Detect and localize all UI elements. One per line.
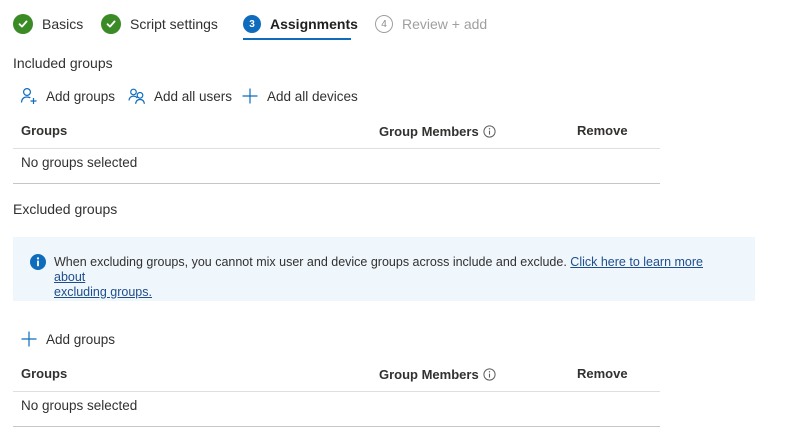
step-basics[interactable]: Basics [13, 12, 83, 36]
empty-table-message: No groups selected [21, 155, 138, 170]
info-message-bar: When excluding groups, you cannot mix us… [13, 237, 755, 301]
table-bottom-border [13, 426, 660, 427]
column-header-groups[interactable]: Groups [21, 366, 67, 381]
step-label: Review + add [402, 16, 488, 32]
step-label: Basics [42, 16, 84, 32]
step-label: Script settings [130, 16, 218, 32]
add-all-users-button[interactable]: Add all users [128, 87, 232, 105]
step-assignments[interactable]: 3 Assignments [243, 12, 358, 36]
info-message-text: When excluding groups, you cannot mix us… [54, 255, 734, 300]
step-number-badge: 3 [243, 15, 261, 33]
empty-table-message: No groups selected [21, 398, 138, 413]
info-icon[interactable] [483, 125, 496, 138]
info-icon[interactable] [483, 368, 496, 381]
included-groups-title: Included groups [13, 55, 113, 71]
add-all-devices-button[interactable]: Add all devices [241, 87, 358, 105]
table-bottom-border [13, 183, 660, 184]
column-header-remove[interactable]: Remove [577, 366, 628, 381]
add-groups-label: Add groups [46, 88, 116, 104]
excluded-groups-title: Excluded groups [13, 201, 118, 217]
checkmark-icon [13, 14, 33, 34]
step-label: Assignments [270, 16, 358, 32]
column-header-label: Group Members [379, 367, 479, 382]
table-divider [13, 148, 660, 149]
column-header-label: Group Members [379, 124, 479, 139]
add-all-users-label: Add all users [154, 88, 233, 104]
column-header-group-members[interactable]: Group Members [379, 367, 496, 382]
column-header-groups[interactable]: Groups [21, 123, 67, 138]
learn-more-link-line2: excluding groups. [54, 285, 152, 299]
add-user-icon [20, 87, 37, 104]
step-script-settings[interactable]: Script settings [101, 12, 218, 36]
column-header-remove[interactable]: Remove [577, 123, 628, 138]
users-icon [128, 88, 145, 104]
info-message: When excluding groups, you cannot mix us… [54, 255, 567, 269]
add-all-devices-label: Add all devices [267, 88, 358, 104]
add-groups-label: Add groups [46, 331, 116, 347]
step-review-add[interactable]: 4 Review + add [375, 12, 487, 36]
column-header-group-members[interactable]: Group Members [379, 124, 496, 139]
table-divider [13, 391, 660, 392]
active-step-indicator [243, 38, 351, 40]
info-icon [30, 254, 46, 270]
plus-icon [21, 331, 37, 347]
checkmark-icon [101, 14, 121, 34]
add-excluded-groups-button[interactable]: Add groups [20, 330, 115, 348]
plus-icon [242, 88, 258, 104]
add-groups-button[interactable]: Add groups [20, 87, 115, 105]
step-number-badge: 4 [375, 15, 393, 33]
